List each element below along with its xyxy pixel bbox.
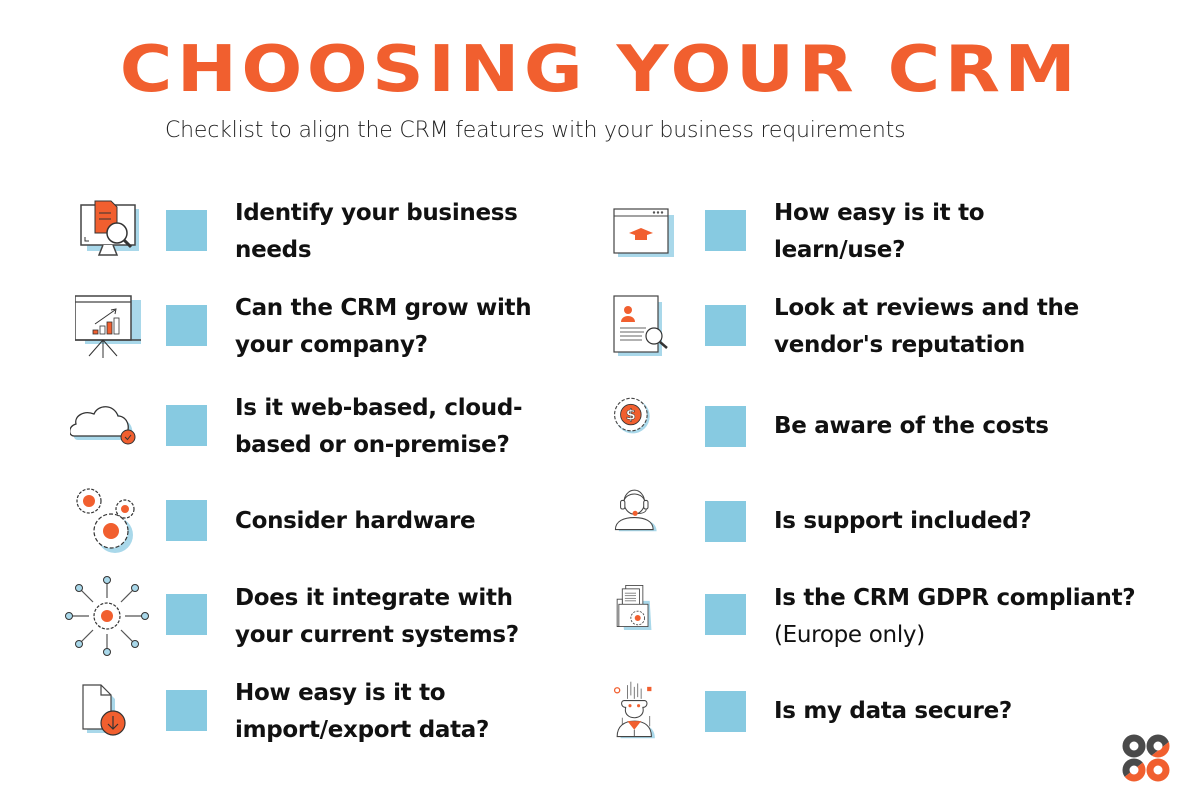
checklist-item: $ Be aware of the costs [612, 390, 1182, 470]
support-headset-icon [614, 489, 657, 532]
checkbox[interactable] [166, 690, 207, 731]
item-label-line1: How easy is it to [235, 680, 446, 706]
checkbox[interactable] [166, 594, 207, 635]
item-label-line2: needs [235, 237, 312, 263]
item-label-line1: Be aware of the costs [774, 413, 1049, 439]
item-label-line1: Is my data secure? [774, 698, 1012, 724]
checkbox[interactable] [166, 405, 207, 446]
checklist-item: Is it web-based, cloud- based or on-prem… [70, 390, 575, 470]
cloud-check-icon [70, 406, 136, 445]
item-label-line1: Does it integrate with [235, 585, 513, 611]
checklist-item: Is the CRM GDPR compliant? (Europe only) [612, 578, 1182, 658]
checklist-item: How easy is it to import/export data? [75, 675, 575, 755]
item-label: How easy is it to import/export data? [235, 675, 489, 749]
checkbox[interactable] [705, 501, 746, 542]
item-label: Is the CRM GDPR compliant? (Europe only) [774, 580, 1136, 654]
gears-icon [76, 488, 135, 553]
checkbox[interactable] [705, 406, 746, 447]
checkbox[interactable] [705, 210, 746, 251]
item-label-line2: import/export data? [235, 717, 490, 743]
item-label-line2: based or on-premise? [235, 432, 510, 458]
item-label-line2: learn/use? [774, 237, 906, 263]
item-label-line1: Consider hardware [235, 508, 476, 534]
item-label: Identify your business needs [235, 195, 518, 269]
browser-graduation-cap-icon [613, 208, 674, 257]
dollar-gear-icon: $ [614, 397, 650, 434]
item-label: How easy is it to learn/use? [774, 195, 985, 269]
page-subtitle: Checklist to align the CRM features with… [165, 118, 906, 143]
item-label-line1: Is the CRM GDPR compliant? [774, 585, 1136, 611]
checklist-item: Is support included? [612, 485, 1182, 565]
checkbox[interactable] [705, 691, 746, 732]
checklist-item: Look at reviews and the vendor's reputat… [612, 290, 1182, 370]
item-label-line1: Can the CRM grow with [235, 295, 532, 321]
item-label-line1: How easy is it to [774, 200, 985, 226]
item-label: Be aware of the costs [774, 408, 1049, 445]
checklist-item: Does it integrate with your current syst… [65, 576, 575, 658]
integration-hub-icon [65, 576, 149, 656]
item-label-line1: Is support included? [774, 508, 1032, 534]
item-label-line1: Look at reviews and the [774, 295, 1079, 321]
file-download-icon [82, 684, 126, 736]
checkbox[interactable] [166, 210, 207, 251]
presentation-growth-chart-icon [75, 295, 141, 358]
checkbox[interactable] [705, 305, 746, 346]
item-label: Is support included? [774, 503, 1032, 540]
page-title: CHOOSING YOUR CRM [119, 33, 1081, 107]
checkbox[interactable] [705, 594, 746, 635]
item-label-line1: Is it web-based, cloud- [235, 395, 523, 421]
profile-review-search-icon [613, 295, 668, 356]
data-security-person-icon [613, 681, 655, 739]
checklist-item: Is my data secure? [612, 675, 1182, 755]
item-note: (Europe only) [774, 622, 925, 648]
item-label-line1: Identify your business [235, 200, 518, 226]
item-label: Look at reviews and the vendor's reputat… [774, 290, 1079, 364]
item-label: Is my data secure? [774, 693, 1012, 730]
checklist-item: Can the CRM grow with your company? [75, 290, 575, 370]
monitor-document-search-icon [80, 200, 139, 256]
item-label: Is it web-based, cloud- based or on-prem… [235, 390, 523, 464]
checkbox[interactable] [166, 305, 207, 346]
item-label-line2: your company? [235, 332, 428, 358]
item-label: Consider hardware [235, 503, 476, 540]
item-label-line2: your current systems? [235, 622, 519, 648]
checklist-item: How easy is it to learn/use? [612, 195, 1182, 275]
checklist-item: Identify your business needs [75, 195, 575, 275]
gdpr-folder-gear-icon [616, 585, 652, 630]
svg-text:$: $ [626, 407, 636, 424]
item-label: Can the CRM grow with your company? [235, 290, 532, 364]
checklist-item: Consider hardware [75, 485, 575, 565]
item-label-line2: vendor's reputation [774, 332, 1025, 358]
checkbox[interactable] [166, 500, 207, 541]
brand-logo-icon [1122, 734, 1170, 782]
item-label: Does it integrate with your current syst… [235, 580, 519, 654]
